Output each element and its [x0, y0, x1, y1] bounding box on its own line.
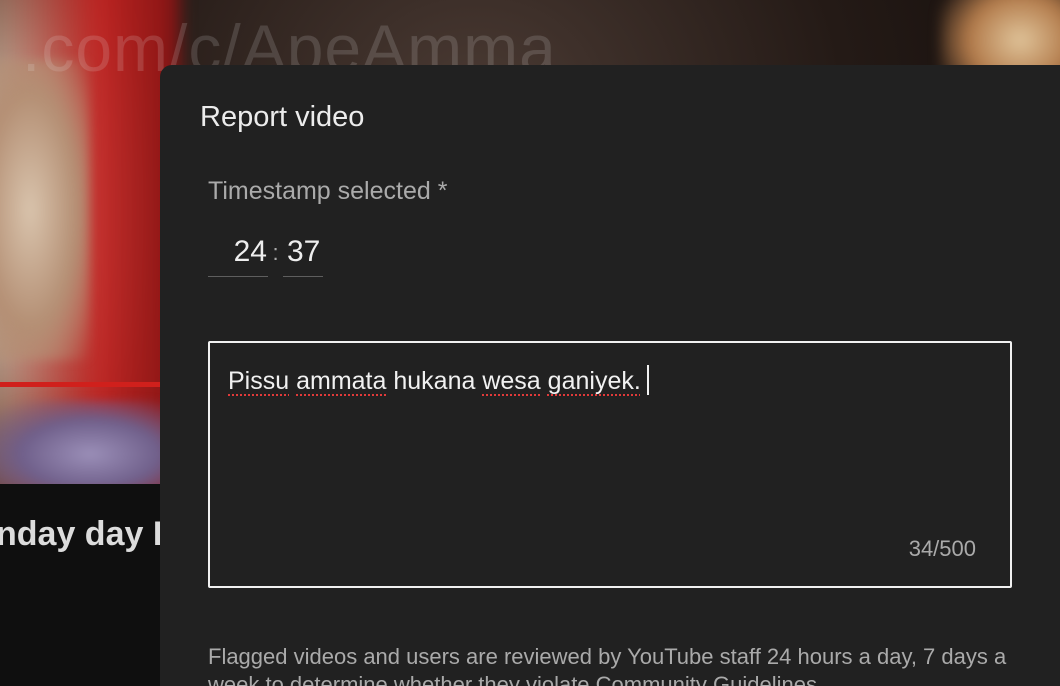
misspelled-word: ammata [296, 367, 387, 395]
report-details-textarea[interactable]: Pissu ammata hukana wesa ganiyek. 34/500 [208, 341, 1012, 588]
character-counter: 34/500 [908, 536, 976, 561]
word: hukana [393, 367, 476, 395]
report-video-dialog: Report video Timestamp selected * 24 : 3… [160, 65, 1060, 686]
timestamp-seconds-input[interactable]: 37 [283, 233, 323, 277]
video-progress-bar[interactable] [0, 382, 160, 387]
timestamp-separator: : [272, 240, 279, 265]
timestamp-input-group: 24 : 37 [208, 233, 323, 279]
stage: .com/c/ApeAmma nday day L Report video T… [0, 0, 1060, 686]
timestamp-minutes-input[interactable]: 24 [208, 233, 268, 277]
misspelled-word: ganiyek. [547, 367, 641, 395]
text-caret [646, 365, 649, 395]
dialog-title: Report video [200, 101, 365, 133]
video-frame-face [0, 60, 90, 360]
misspelled-word: Pissu [228, 367, 290, 395]
timestamp-label: Timestamp selected * [208, 177, 448, 205]
video-title[interactable]: nday day L [0, 515, 174, 554]
report-details-text: Pissu ammata hukana wesa ganiyek. [228, 365, 649, 396]
misspelled-word: wesa [482, 367, 541, 395]
review-policy-note: Flagged videos and users are reviewed by… [208, 644, 1007, 686]
